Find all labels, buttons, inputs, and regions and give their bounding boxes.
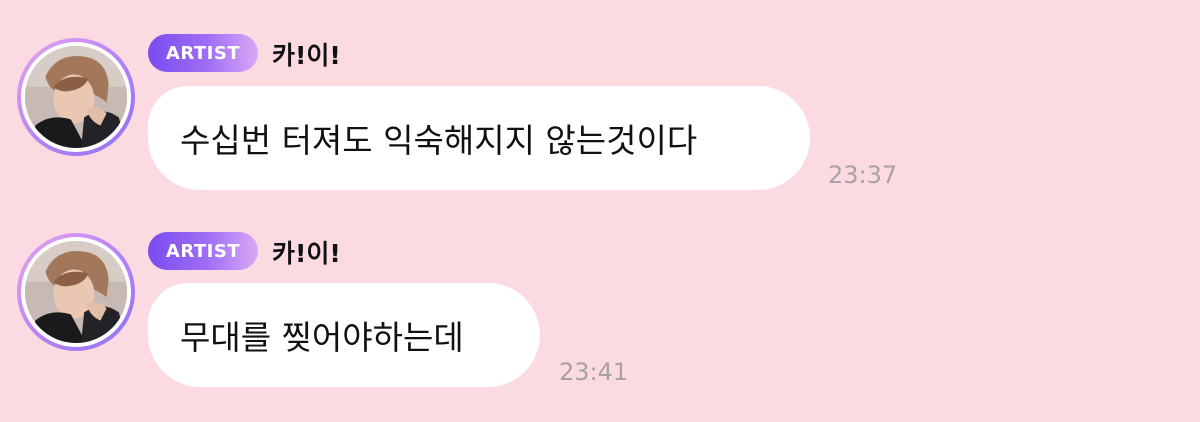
sender-name[interactable]: 카!이!	[272, 234, 341, 270]
profile-photo-icon	[21, 237, 131, 347]
chat-message: ARTIST 카!이! 무대를 찢어야하는데 23:41	[0, 0, 1200, 422]
artist-badge: ARTIST	[148, 232, 258, 270]
avatar[interactable]	[17, 233, 135, 351]
message-bubble[interactable]: 무대를 찢어야하는데	[148, 283, 540, 387]
message-time: 23:41	[559, 358, 629, 386]
